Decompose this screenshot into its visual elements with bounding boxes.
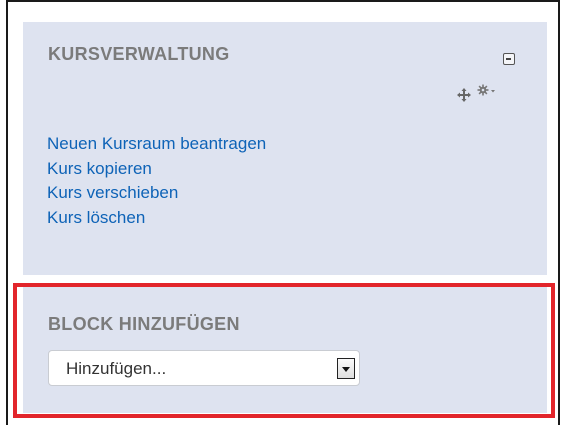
add-block-select[interactable]: Hinzufügen...	[48, 350, 360, 386]
course-admin-block: KURSVERWALTUNG Neuen Kursraum beantragen…	[23, 22, 547, 275]
add-block-select-value: Hinzufügen...	[66, 359, 167, 378]
collapse-icon[interactable]	[503, 53, 515, 65]
course-admin-links: Neuen Kursraum beantragen Kurs kopieren …	[47, 132, 266, 230]
link-delete-course[interactable]: Kurs löschen	[47, 206, 266, 231]
link-copy-course[interactable]: Kurs kopieren	[47, 157, 266, 182]
link-request-course-room[interactable]: Neuen Kursraum beantragen	[47, 132, 266, 157]
add-block-title: BLOCK HINZUFÜGEN	[48, 314, 240, 334]
course-admin-title: KURSVERWALTUNG	[48, 44, 230, 64]
link-move-course[interactable]: Kurs verschieben	[47, 181, 266, 206]
add-block-block: BLOCK HINZUFÜGEN Hinzufügen...	[23, 283, 547, 413]
chevron-down-icon	[491, 90, 495, 93]
move-icon[interactable]	[457, 88, 471, 102]
gear-icon[interactable]	[477, 84, 497, 98]
dropdown-arrow-icon[interactable]	[337, 358, 355, 379]
